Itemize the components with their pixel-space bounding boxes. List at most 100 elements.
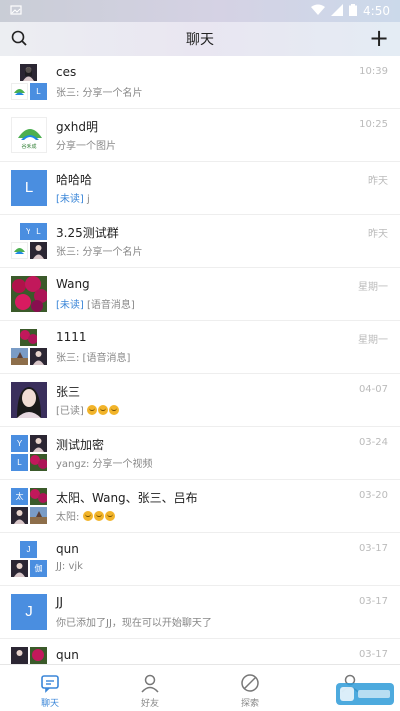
conversation-name: gxhd明 — [56, 120, 98, 134]
conversation-time: 03-24 — [358, 437, 388, 448]
conversation-time: 03-20 — [358, 490, 388, 501]
conversation-name: 哈哈哈 — [56, 173, 93, 187]
conversation-preview: 张三: 分享一个名片 — [56, 88, 143, 99]
unread-tag: [未读] — [56, 300, 84, 311]
conversation-item[interactable]: 张三 [已读] 04-07 — [0, 374, 400, 427]
add-icon[interactable]: + — [368, 26, 390, 50]
conversation-item[interactable]: 1111 张三: [语音消息] 星期一 — [0, 321, 400, 374]
conversation-time: 昨天 — [368, 176, 388, 187]
status-time: 4:50 — [363, 4, 390, 18]
conversation-item[interactable]: 太 太阳、Wang、张三、吕布 太阳: 03-20 — [0, 480, 400, 533]
smile-emoji-icon — [93, 511, 104, 521]
smile-emoji-icon — [87, 405, 97, 415]
logo-caption: 谷禾成 — [21, 144, 37, 150]
conversation-name: Wang — [56, 277, 90, 291]
group-avatar: J 伽 — [11, 541, 47, 577]
group-avatar: L — [11, 64, 47, 100]
tab-explore[interactable]: 探索 — [200, 665, 300, 711]
member-logo — [11, 242, 28, 259]
conversation-list[interactable]: L ces 张三: 分享一个名片 10:39 谷禾成 gxhd明 分享一个图片 … — [0, 56, 400, 664]
photo-avatar — [11, 382, 47, 418]
friends-icon — [139, 672, 161, 694]
member-photo — [20, 329, 37, 346]
status-bar: 4:50 — [0, 0, 400, 22]
tab-chat[interactable]: 聊天 — [0, 665, 100, 711]
conversation-preview: 分享一个图片 — [56, 141, 116, 152]
conversation-name: ces — [56, 65, 77, 79]
app-header: 聊天 + — [0, 22, 400, 56]
conversation-time: 03-17 — [358, 649, 388, 660]
member-photo — [30, 454, 47, 471]
conversation-name: 3.25测试群 — [56, 226, 119, 240]
member-photo — [11, 647, 28, 664]
group-avatar: Y L — [11, 223, 47, 259]
conversation-name: 测试加密 — [56, 438, 105, 452]
conversation-name: qun — [56, 648, 79, 662]
conversation-time: 03-17 — [358, 596, 388, 607]
read-tag: [已读] — [56, 406, 84, 417]
tab-label: 好友 — [140, 699, 159, 709]
member-letter: L — [30, 223, 47, 240]
watermark-logo — [336, 681, 396, 707]
member-photo — [30, 242, 47, 259]
member-photo — [30, 435, 47, 452]
smile-emoji-icon — [104, 511, 115, 521]
conversation-preview: [未读] [语音消息] — [56, 296, 135, 311]
group-avatar: 太 — [11, 488, 47, 524]
conversation-preview: JJ: vjk — [56, 561, 83, 572]
member-logo — [11, 83, 28, 100]
member-photo — [11, 507, 28, 524]
tab-label: 探索 — [240, 699, 259, 709]
member-letter: J — [20, 541, 37, 558]
explore-icon — [239, 672, 261, 694]
conversation-name: JJ — [56, 595, 64, 609]
preview-text: j — [83, 194, 90, 205]
letter-avatar: L — [11, 170, 47, 206]
notification-icon — [10, 4, 22, 19]
search-icon[interactable] — [10, 29, 30, 49]
conversation-name: qun — [56, 542, 79, 556]
tab-friends[interactable]: 好友 — [100, 665, 200, 711]
group-avatar: Y L — [11, 435, 47, 471]
conversation-preview: [未读] j — [56, 190, 90, 205]
conversation-preview: yangz: 分享一个视频 — [56, 459, 153, 470]
conversation-item[interactable]: J 伽 qun JJ: vjk 03-17 — [0, 533, 400, 586]
conversation-item[interactable]: Wang [未读] [语音消息] 星期一 — [0, 268, 400, 321]
conversation-item[interactable]: Y L 3.25测试群 张三: 分享一个名片 昨天 — [0, 215, 400, 268]
conversation-item[interactable]: J JJ 你已添加了JJ，现在可以开始聊天了 03-17 — [0, 586, 400, 639]
logo-avatar: 谷禾成 — [11, 117, 47, 153]
member-photo — [30, 647, 47, 664]
member-letter: L — [11, 454, 28, 471]
member-photo — [20, 64, 37, 81]
conversation-item[interactable]: 谷禾成 gxhd明 分享一个图片 10:25 — [0, 109, 400, 162]
unread-tag: [未读] — [56, 194, 84, 205]
member-photo — [11, 560, 28, 577]
conversation-item[interactable]: L ces 张三: 分享一个名片 10:39 — [0, 56, 400, 109]
member-photo — [30, 348, 47, 365]
conversation-time: 03-17 — [358, 543, 388, 554]
preview-text: [语音消息] — [83, 300, 135, 311]
battery-icon — [349, 3, 358, 19]
member-photo — [30, 507, 47, 524]
member-letter: 太 — [11, 488, 28, 505]
conversation-name: 张三 — [56, 385, 81, 399]
conversation-item[interactable]: qun 03-17 — [0, 639, 400, 664]
member-letter: 伽 — [30, 560, 47, 577]
signal-icon — [331, 3, 344, 19]
photo-avatar — [11, 276, 47, 312]
conversation-time: 昨天 — [368, 229, 388, 240]
letter-avatar: J — [11, 594, 47, 630]
member-photo — [11, 348, 28, 365]
smile-emoji-icon — [82, 511, 93, 521]
smile-emoji-icon — [109, 405, 119, 415]
member-letter: L — [30, 83, 47, 100]
conversation-name: 1111 — [56, 330, 87, 344]
conversation-item[interactable]: L 哈哈哈 [未读] j 昨天 — [0, 162, 400, 215]
conversation-preview: 张三: [语音消息] — [56, 353, 131, 364]
tab-label: 聊天 — [40, 699, 59, 709]
page-title: 聊天 — [186, 32, 214, 48]
conversation-preview: 太阳: — [56, 508, 116, 523]
bottom-tab-bar: 聊天 好友 探索 — [0, 664, 400, 711]
conversation-preview: 张三: 分享一个名片 — [56, 247, 143, 258]
conversation-item[interactable]: Y L 测试加密 yangz: 分享一个视频 03-24 — [0, 427, 400, 480]
